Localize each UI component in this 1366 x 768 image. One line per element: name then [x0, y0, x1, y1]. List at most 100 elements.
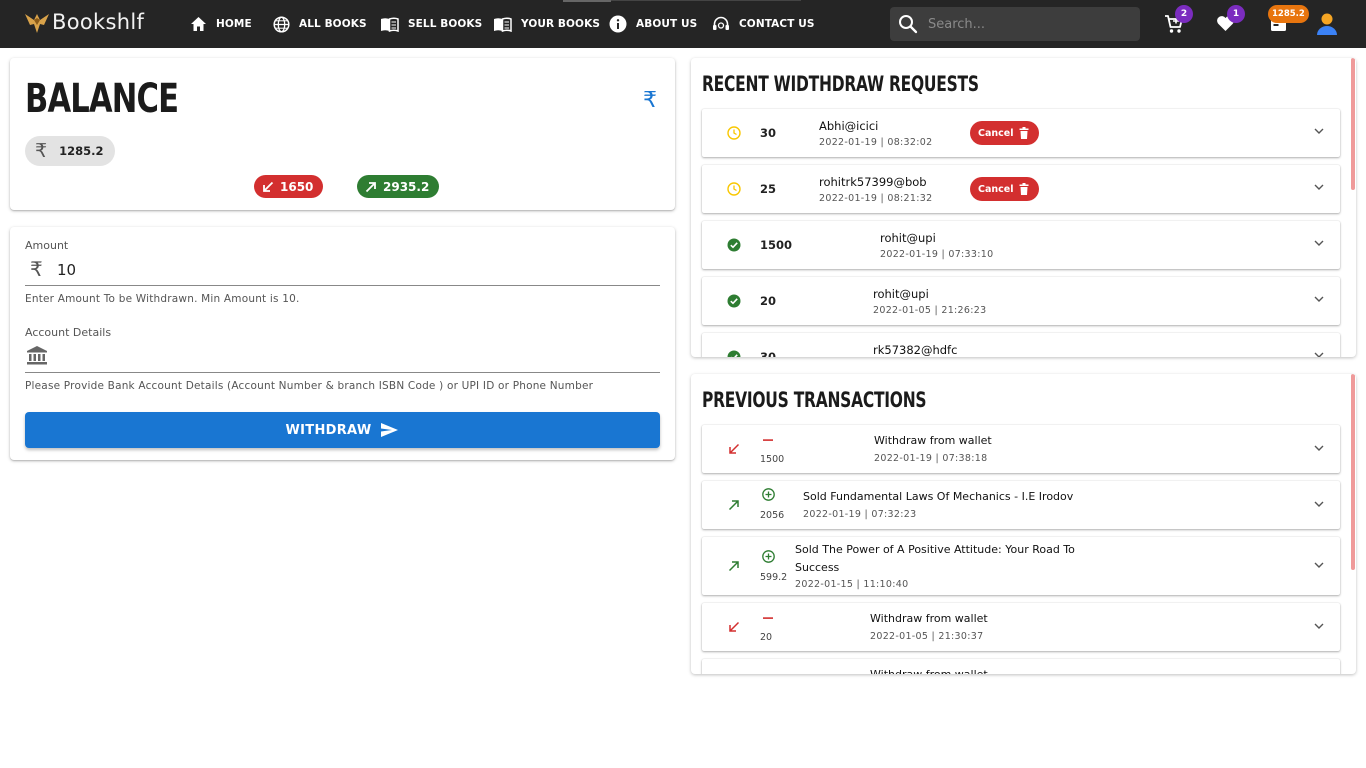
- amount-helper-text: Enter Amount To be Withdrawn. Min Amount…: [25, 293, 300, 305]
- plus-circle-icon: [762, 550, 775, 563]
- amount-underline: [25, 285, 660, 286]
- withdraw-form-card: Amount ₹ 10 Enter Amount To be Withdrawn…: [10, 227, 675, 460]
- home-icon: [191, 17, 206, 31]
- request-date: 2022-01-19 | 07:33:10: [880, 249, 994, 260]
- account-helper-text: Please Provide Bank Account Details (Acc…: [25, 380, 594, 392]
- transaction-date: 2022-01-19 | 07:38:18: [874, 453, 988, 464]
- balance-title: BALANCE: [25, 76, 179, 122]
- trash-icon: [1019, 183, 1029, 195]
- check-circle-icon: [727, 350, 741, 357]
- nav-about-us[interactable]: ABOUT US: [609, 0, 697, 48]
- chevron-down-icon[interactable]: [1314, 562, 1324, 569]
- request-row[interactable]: 1500 rohit@upi 2022-01-19 | 07:33:10: [702, 221, 1340, 269]
- send-icon: [381, 423, 399, 437]
- avatar-icon: [1317, 13, 1337, 35]
- arrow-up-right-icon: [728, 500, 739, 511]
- transaction-date: 2022-01-05 | 21:30:37: [870, 631, 984, 642]
- transaction-title: Sold Fundamental Laws Of Mechanics - I.E…: [803, 490, 1074, 503]
- nav-about-us-label: ABOUT US: [636, 18, 698, 30]
- chevron-down-icon[interactable]: [1314, 128, 1324, 135]
- scrollbar[interactable]: [1351, 374, 1355, 570]
- transaction-row[interactable]: 599.2 Sold The Power of A Positive Attit…: [702, 537, 1340, 595]
- debit-total-chip: 1650: [254, 175, 324, 198]
- cancel-request-button[interactable]: Cancel: [970, 121, 1040, 145]
- nav-sell-books-label: SELL BOOKS: [408, 18, 483, 30]
- transactions-panel: PREVIOUS TRANSACTIONS 1500 Withdraw from…: [691, 374, 1356, 674]
- chevron-down-icon[interactable]: [1314, 240, 1324, 247]
- chevron-down-icon[interactable]: [1314, 445, 1324, 452]
- wallet-balance-badge: 1285.2: [1268, 5, 1309, 23]
- scrollbar[interactable]: [1351, 58, 1355, 190]
- transaction-row[interactable]: Withdraw from wallet: [702, 659, 1340, 674]
- clock-icon: [727, 126, 741, 140]
- top-navbar: Bookshlf HOME ALL BOOKS SELL BOOKS YOUR …: [0, 0, 1366, 48]
- withdraw-button[interactable]: WITHDRAW: [25, 412, 660, 448]
- request-row[interactable]: 30 Abhi@icici 2022-01-19 | 08:32:02 Canc…: [702, 109, 1340, 157]
- transaction-row[interactable]: 20 Withdraw from wallet 2022-01-05 | 21:…: [702, 603, 1340, 651]
- nav-home[interactable]: HOME: [190, 0, 252, 48]
- account-underline: [25, 372, 660, 373]
- book-icon: [494, 17, 512, 32]
- transaction-title: Withdraw from wallet: [870, 666, 988, 674]
- search-icon: [899, 15, 918, 34]
- transactions-title: PREVIOUS TRANSACTIONS: [702, 388, 927, 412]
- search-input[interactable]: [928, 16, 1128, 32]
- arrow-up-right-icon: [365, 181, 376, 192]
- brand-logo-link[interactable]: Bookshlf: [24, 9, 144, 35]
- chevron-down-icon[interactable]: [1314, 501, 1324, 508]
- transaction-title: Withdraw from wallet: [870, 612, 988, 625]
- requests-title: RECENT WIDTHDRAW REQUESTS: [702, 72, 979, 96]
- cart-count-badge: 2: [1175, 5, 1193, 23]
- profile-avatar-button[interactable]: [1316, 12, 1338, 40]
- minus-icon: [763, 439, 773, 441]
- bank-icon: [27, 346, 47, 365]
- transaction-row[interactable]: 2056 Sold Fundamental Laws Of Mechanics …: [702, 481, 1340, 529]
- search-box[interactable]: [890, 7, 1140, 41]
- nav-your-books[interactable]: YOUR BOOKS: [493, 0, 600, 48]
- globe-icon: [273, 15, 290, 33]
- request-row[interactable]: 20 rohit@upi 2022-01-05 | 21:26:23: [702, 277, 1340, 325]
- transaction-row[interactable]: 1500 Withdraw from wallet 2022-01-19 | 0…: [702, 425, 1340, 473]
- rupee-icon: ₹: [35, 140, 48, 162]
- request-date: 2022-01-05 | 21:26:23: [873, 305, 987, 316]
- request-date: 2022-01-19 | 08:32:02: [819, 137, 933, 148]
- chevron-down-icon[interactable]: [1314, 352, 1324, 357]
- request-account: rohitrk57399@bob: [819, 175, 927, 189]
- minus-icon: [763, 617, 773, 619]
- request-row[interactable]: 30 rk57382@hdfc: [702, 333, 1340, 357]
- transaction-amount: 599.2: [760, 572, 788, 583]
- clock-icon: [727, 182, 741, 196]
- info-icon: [609, 15, 627, 33]
- arrow-up-right-icon: [728, 561, 739, 572]
- request-account: rohit@upi: [880, 231, 936, 245]
- transaction-amount: 20: [760, 632, 773, 643]
- chevron-down-icon[interactable]: [1314, 184, 1324, 191]
- balance-chip: ₹ 1285.2: [25, 136, 116, 166]
- transaction-amount: 1500: [760, 454, 785, 465]
- transaction-date: 2022-01-15 | 11:10:40: [795, 579, 909, 590]
- nav-sell-books[interactable]: SELL BOOKS: [380, 0, 482, 48]
- support-icon: [713, 16, 729, 30]
- rupee-icon: ₹: [30, 257, 43, 281]
- request-amount: 30: [760, 126, 777, 140]
- request-date: 2022-01-19 | 08:21:32: [819, 193, 933, 204]
- amount-input[interactable]: 10: [57, 261, 76, 279]
- plus-circle-icon: [762, 488, 775, 501]
- nav-contact-us[interactable]: CONTACT US: [712, 0, 815, 48]
- transaction-date: 2022-01-19 | 07:32:23: [803, 509, 917, 520]
- nav-all-books[interactable]: ALL BOOKS: [273, 0, 367, 48]
- transaction-amount: 2056: [760, 510, 785, 521]
- withdraw-button-label: WITHDRAW: [285, 422, 372, 438]
- withdraw-requests-panel: RECENT WIDTHDRAW REQUESTS 30 Abhi@icici …: [691, 58, 1356, 357]
- request-row[interactable]: 25 rohitrk57399@bob 2022-01-19 | 08:21:3…: [702, 165, 1340, 213]
- transaction-title-line2: Success: [795, 561, 840, 574]
- debit-total-value: 1650: [280, 179, 314, 194]
- cancel-request-button[interactable]: Cancel: [970, 177, 1040, 201]
- nav-your-books-label: YOUR BOOKS: [521, 18, 600, 30]
- balance-card: BALANCE ₹ ₹ 1285.2 1650 2935.2: [10, 58, 675, 210]
- check-circle-icon: [727, 238, 741, 252]
- balance-amount: 1285.2: [59, 144, 104, 158]
- chevron-down-icon[interactable]: [1314, 296, 1324, 303]
- request-account: rk57382@hdfc: [873, 343, 958, 357]
- chevron-down-icon[interactable]: [1314, 623, 1324, 630]
